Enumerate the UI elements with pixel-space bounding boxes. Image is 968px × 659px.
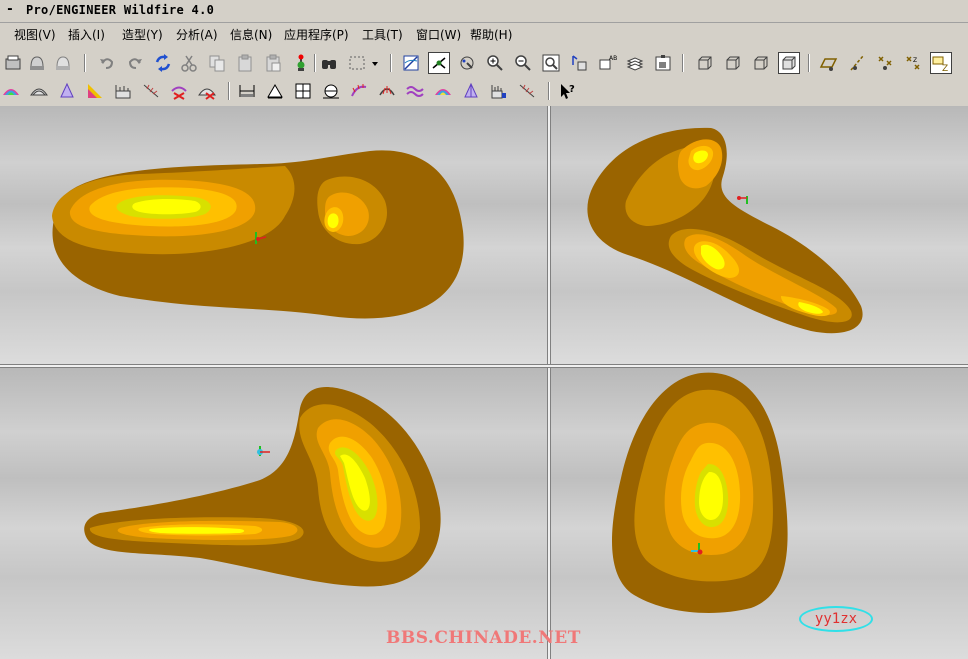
whats-this-icon[interactable]: ? [556, 80, 578, 102]
redo-icon[interactable] [124, 52, 146, 74]
measure-length-icon[interactable] [236, 80, 258, 102]
hidden-line-icon[interactable] [722, 52, 744, 74]
repaint-icon[interactable] [400, 52, 422, 74]
menu-insert[interactable]: 插入(I) [68, 26, 105, 43]
surface-model-view-2[interactable] [551, 106, 968, 364]
menu-help[interactable]: 帮助(H) [470, 26, 512, 43]
shaded-curvature-icon[interactable] [140, 80, 162, 102]
view-pane-bottom-right[interactable] [551, 368, 968, 659]
viewport-divider-horizontal[interactable] [0, 364, 968, 368]
paste-icon[interactable] [234, 52, 256, 74]
save-icon[interactable] [52, 52, 74, 74]
datum-axes-icon[interactable] [846, 52, 868, 74]
system-menu-icon[interactable]: - [6, 2, 14, 17]
svg-text:Z: Z [942, 64, 948, 73]
toolbar-separator [314, 54, 316, 72]
menu-tools[interactable]: 工具(T) [362, 26, 403, 43]
measure-angle-icon[interactable] [320, 80, 342, 102]
undo-icon[interactable] [96, 52, 118, 74]
view-pane-top-left[interactable] [0, 106, 547, 364]
watermark-text: BBS.CHINADE.NET [386, 628, 581, 648]
dihedral-icon[interactable] [376, 80, 398, 102]
view-pane-bottom-left[interactable] [0, 368, 547, 659]
menu-view[interactable]: 视图(V) [14, 26, 56, 43]
datum-points-icon[interactable] [874, 52, 896, 74]
viewport-divider-vertical[interactable] [547, 106, 551, 659]
surface-model-view-1[interactable] [0, 106, 547, 364]
toolbar-separator [548, 82, 550, 100]
surface-model-view-3[interactable] [0, 368, 547, 659]
draft-icon[interactable] [84, 80, 106, 102]
measure-area-icon[interactable] [264, 80, 286, 102]
paste-special-icon[interactable] [262, 52, 284, 74]
menu-info[interactable]: 信息(N) [230, 26, 272, 43]
svg-text:?: ? [569, 84, 575, 95]
svg-text:AB: AB [609, 55, 617, 62]
graphics-window[interactable] [0, 106, 968, 659]
menu-analysis[interactable]: 分析(A) [176, 26, 218, 43]
shade-analysis-icon[interactable] [432, 80, 454, 102]
menu-window[interactable]: 窗口(W) [416, 26, 461, 43]
copy-icon[interactable] [206, 52, 228, 74]
svg-text:Z: Z [913, 57, 917, 64]
refit-icon[interactable] [540, 52, 562, 74]
toolbar-separator [228, 82, 230, 100]
view-manager-icon[interactable] [652, 52, 674, 74]
sensitivity-icon[interactable] [488, 80, 510, 102]
chevron-down-icon[interactable] [368, 52, 382, 74]
zoom-in-icon[interactable] [484, 52, 506, 74]
layers-icon[interactable] [624, 52, 646, 74]
surface-model-view-4[interactable] [551, 368, 968, 659]
no-hidden-icon[interactable] [750, 52, 772, 74]
spin-center-icon[interactable] [428, 52, 450, 74]
reflection-icon[interactable] [168, 80, 190, 102]
zoom-out-icon[interactable] [512, 52, 534, 74]
measure-distance-icon[interactable] [292, 80, 314, 102]
wireframe-icon[interactable] [694, 52, 716, 74]
offset-icon[interactable] [56, 80, 78, 102]
view-pane-top-right[interactable] [551, 106, 968, 364]
reorient-icon[interactable] [568, 52, 590, 74]
regenerate-icon[interactable] [152, 52, 174, 74]
coordinate-systems-icon[interactable]: Z [902, 52, 924, 74]
curvature-icon[interactable] [0, 80, 22, 102]
new-icon[interactable] [2, 52, 24, 74]
datum-planes-icon[interactable] [818, 52, 840, 74]
open-icon[interactable] [26, 52, 48, 74]
quilt-curve-icon[interactable] [112, 80, 134, 102]
title-bar: - Pro/ENGINEER Wildfire 4.0 [0, 0, 968, 23]
graph-icon[interactable] [460, 80, 482, 102]
toolbar-separator [808, 54, 810, 72]
orient-icon[interactable] [456, 52, 478, 74]
find-icon[interactable] [318, 52, 340, 74]
feasibility-icon[interactable] [516, 80, 538, 102]
annotation-icon[interactable]: Z [930, 52, 952, 74]
menu-bar: 视图(V) 插入(I) 造型(Y) 分析(A) 信息(N) 应用程序(P) 工具… [0, 23, 968, 45]
toolbar-main: AB Z Z [0, 50, 968, 76]
toolbar-analysis: ? [0, 78, 968, 104]
cut-icon[interactable] [178, 52, 200, 74]
select-box-icon[interactable] [346, 52, 368, 74]
curve-analysis-icon[interactable] [348, 80, 370, 102]
shading-icon[interactable] [778, 52, 800, 74]
slope-icon[interactable] [404, 80, 426, 102]
deviation-icon[interactable] [196, 80, 218, 102]
section-icon[interactable] [28, 80, 50, 102]
saved-views-icon[interactable]: AB [596, 52, 618, 74]
menu-applications[interactable]: 应用程序(P) [284, 26, 349, 43]
menu-shape[interactable]: 造型(Y) [122, 26, 163, 43]
author-tag: yy1zx [799, 606, 873, 632]
toolbar-separator [84, 54, 86, 72]
toolbar-separator [682, 54, 684, 72]
toolbar-separator [390, 54, 392, 72]
model-tree-icon[interactable] [290, 52, 312, 74]
window-title: Pro/ENGINEER Wildfire 4.0 [26, 3, 215, 17]
